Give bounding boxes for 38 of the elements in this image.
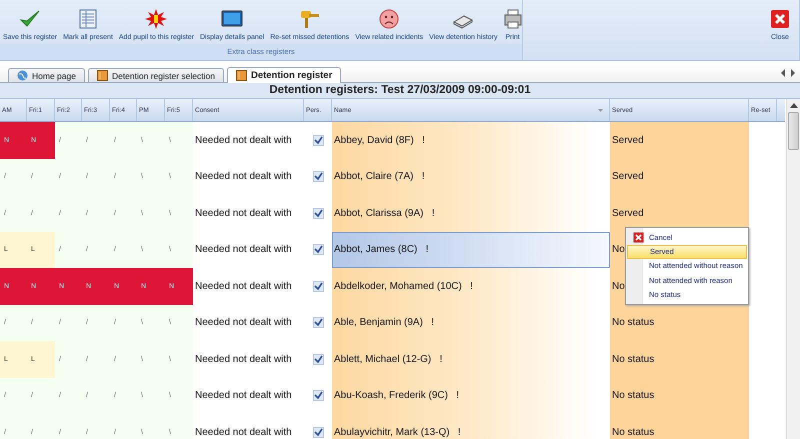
served-cell[interactable]: No status	[610, 378, 749, 414]
dropdown-icon	[598, 109, 603, 112]
sad-face-icon	[379, 9, 400, 29]
close-icon	[770, 9, 790, 29]
scrollbar-thumb[interactable]	[788, 112, 799, 150]
checkbox[interactable]	[312, 426, 324, 438]
checkbox[interactable]	[312, 171, 324, 182]
register-icon	[96, 70, 108, 81]
scroll-right-icon[interactable]	[790, 69, 796, 77]
served-cell[interactable]: No status	[610, 414, 749, 439]
served-cell[interactable]: No status	[610, 341, 749, 378]
checkbox[interactable]	[312, 354, 324, 365]
checkbox[interactable]	[312, 280, 324, 292]
name-cell[interactable]: Abbot, James (8C) !	[332, 232, 610, 268]
close-icon	[632, 232, 644, 243]
tab[interactable]: Detention register selection	[88, 68, 224, 82]
tab[interactable]: Home page	[8, 68, 85, 82]
monitor-icon	[221, 9, 244, 29]
scroll-up-icon[interactable]	[790, 103, 798, 108]
book-icon	[452, 13, 474, 29]
served-cell[interactable]: Served	[610, 122, 749, 158]
checkbox[interactable]	[312, 208, 324, 219]
burst-icon	[145, 9, 168, 29]
checkbox[interactable]	[312, 390, 324, 402]
check-icon	[19, 9, 42, 29]
checkbox[interactable]	[312, 134, 324, 146]
served-cell[interactable]: Served	[610, 158, 749, 195]
tab[interactable]: Detention register	[226, 67, 342, 83]
register-icon	[236, 70, 247, 81]
printer-icon	[504, 9, 522, 29]
checkbox[interactable]	[312, 244, 324, 256]
served-cell[interactable]: No status	[610, 304, 749, 341]
gavel-icon	[298, 9, 321, 29]
globe-icon	[17, 70, 28, 81]
checkbox[interactable]	[312, 317, 324, 328]
register-title: Detention registers: Test 27/03/2009 09:00-09:01	[0, 83, 800, 98]
scroll-left-icon[interactable]	[780, 69, 786, 77]
list-icon	[78, 9, 97, 29]
